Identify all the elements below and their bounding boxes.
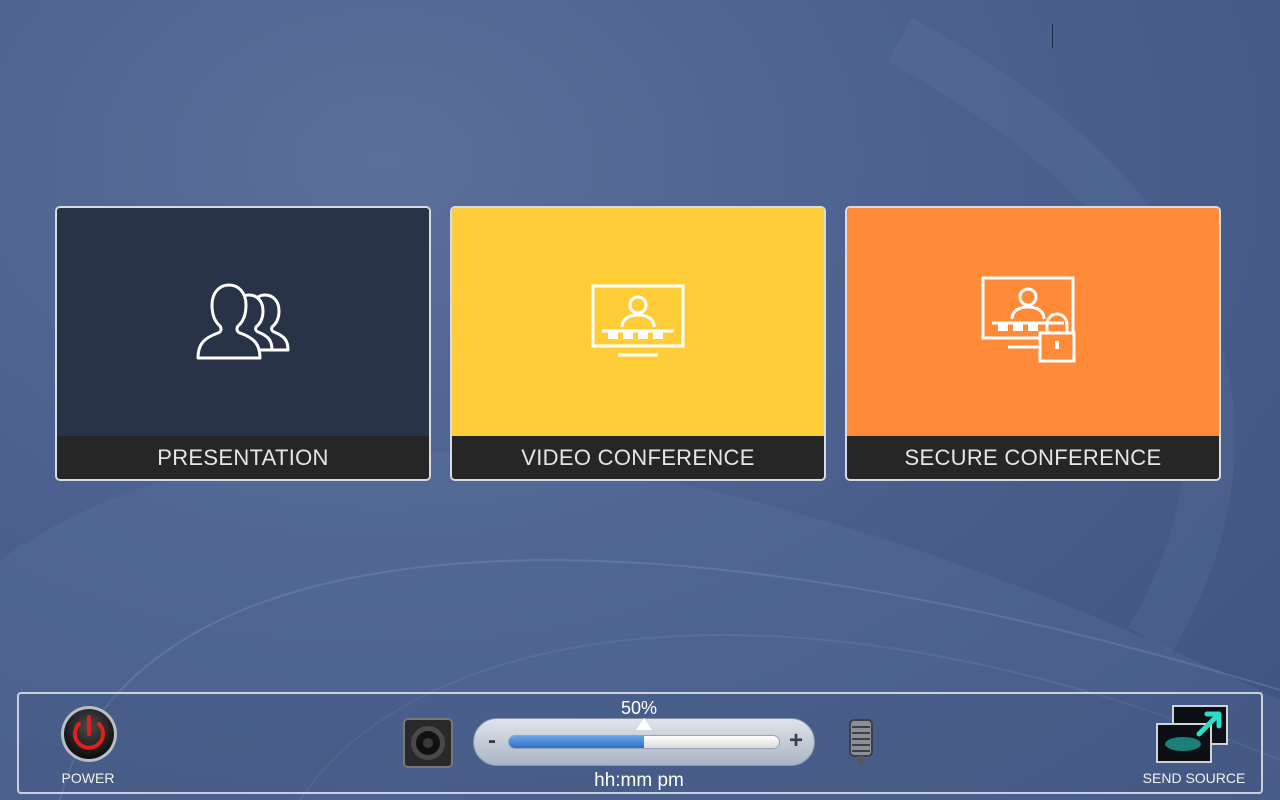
microphone-icon <box>849 719 873 766</box>
clock-display: hh:mm pm <box>594 770 684 791</box>
volume-percent: 50% <box>620 698 658 718</box>
video-conference-tile[interactable]: VIDEO CONFERENCE <box>450 206 826 481</box>
tile-label: PRESENTATION <box>57 436 429 479</box>
tile-body <box>452 208 824 438</box>
volume-up-button[interactable]: + <box>784 727 808 755</box>
tile-body <box>847 208 1219 438</box>
people-group-icon <box>196 283 290 360</box>
volume-thumb[interactable] <box>636 718 652 730</box>
tile-body <box>57 208 429 438</box>
text-cursor-mark <box>1052 24 1053 48</box>
volume-down-button[interactable]: - <box>480 727 504 755</box>
send-source-label: SEND SOURCE <box>1142 770 1246 786</box>
send-source-button[interactable] <box>1155 704 1231 766</box>
send-source-icon <box>1156 705 1228 763</box>
monitor-user-lock-icon <box>981 276 1076 363</box>
presentation-tile[interactable]: PRESENTATION <box>55 206 431 481</box>
power-label: POWER <box>61 770 115 786</box>
volume-fill <box>509 736 644 748</box>
microphone-mute-button[interactable] <box>843 718 879 770</box>
secure-conference-tile[interactable]: SECURE CONFERENCE <box>845 206 1221 481</box>
monitor-user-icon <box>591 284 685 357</box>
tile-label: SECURE CONFERENCE <box>847 436 1219 479</box>
volume-slider[interactable] <box>508 735 780 749</box>
volume-control: - + <box>473 718 815 766</box>
bottom-control-bar: POWER 50% - + hh:mm pm SEND SOURCE <box>17 692 1263 794</box>
speaker-mute-button[interactable] <box>403 718 453 768</box>
speaker-icon <box>403 718 453 768</box>
tile-label: VIDEO CONFERENCE <box>452 436 824 479</box>
power-button[interactable] <box>59 704 119 764</box>
power-icon <box>61 706 117 762</box>
